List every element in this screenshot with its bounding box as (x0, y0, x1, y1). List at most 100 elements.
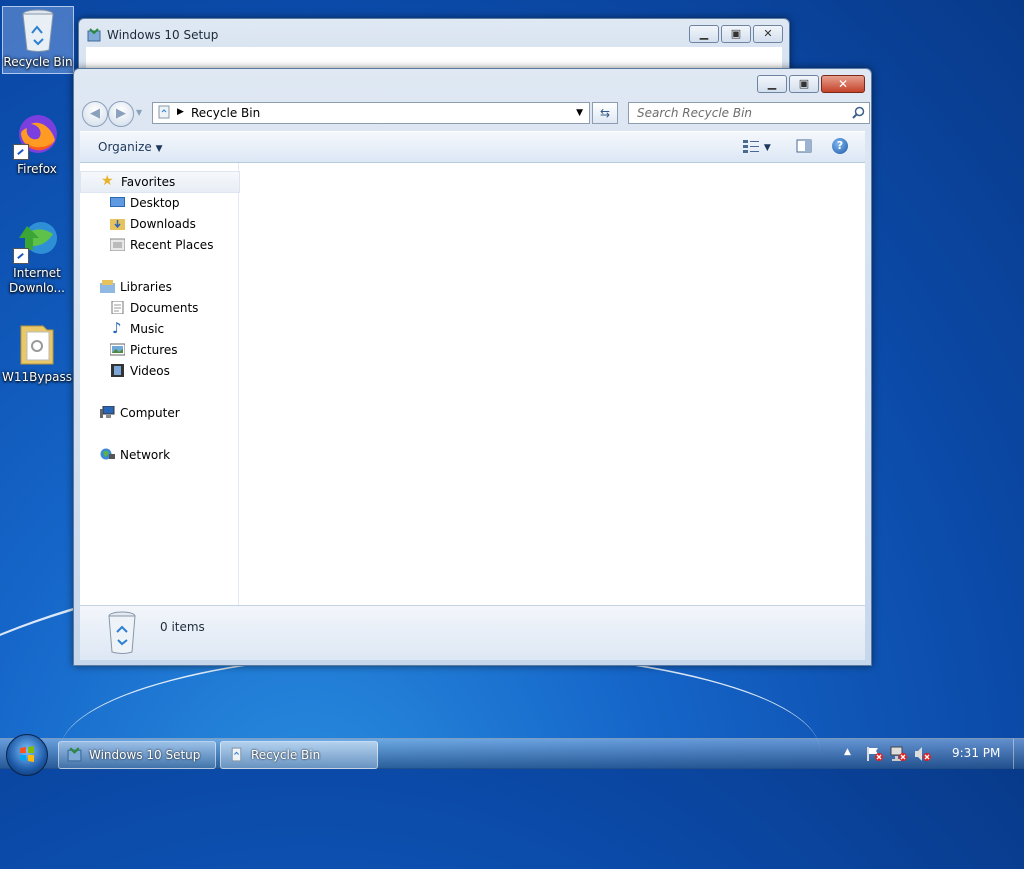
windows-logo-icon (20, 746, 34, 762)
search-icon (852, 106, 865, 119)
recycle-bin-small-icon (158, 105, 170, 119)
nav-music[interactable]: ♪ Music (80, 319, 238, 339)
nav-desktop[interactable]: Desktop (80, 193, 238, 213)
desktop-icon-recycle-bin[interactable]: Recycle Bin (2, 6, 74, 74)
nav-favorites[interactable]: ★ Favorites (80, 171, 240, 193)
action-center-flag-icon[interactable] (866, 746, 884, 762)
preview-pane-icon (796, 139, 812, 153)
volume-muted-icon[interactable] (914, 746, 932, 762)
search-placeholder: Search Recycle Bin (637, 106, 753, 120)
desktop-icon-label: Firefox (17, 162, 57, 176)
view-dropdown-icon[interactable]: ▼ (764, 143, 771, 153)
nav-computer[interactable]: Computer (80, 403, 238, 423)
nav-label: Libraries (120, 280, 172, 294)
star-icon: ★ (101, 173, 114, 189)
maximize-button[interactable]: ▣ (789, 75, 819, 93)
address-bar[interactable]: ▶ Recycle Bin ▼ (152, 102, 590, 124)
setup-icon (87, 28, 101, 42)
internet-download-manager-icon (13, 216, 61, 264)
nav-label: Recent Places (130, 238, 214, 252)
nav-label: Music (130, 322, 165, 336)
minimize-icon: ▁ (699, 27, 709, 40)
desktop-icon-label-line2: Downlo... (9, 281, 65, 295)
music-icon: ♪ (112, 319, 122, 337)
minimize-icon: ▁ (767, 77, 777, 90)
command-bar: Organize ▼ ▼ ? (80, 131, 865, 162)
close-button[interactable]: ✕ (753, 25, 783, 43)
close-button[interactable]: ✕ (821, 75, 865, 93)
nav-network[interactable]: Network (80, 445, 238, 465)
desktop-icon-label-line1: Internet (13, 266, 61, 280)
desktop-icon-firefox[interactable]: Firefox (2, 112, 72, 177)
clock-time: 9:31 PM (952, 746, 1001, 760)
documents-icon (111, 301, 124, 314)
start-button[interactable] (6, 734, 48, 776)
desktop-icon-w11bypass[interactable]: W11Bypass (2, 320, 72, 385)
nav-videos[interactable]: Videos (80, 361, 238, 381)
network-icon (100, 448, 115, 460)
refresh-button[interactable]: ⇆ (592, 102, 618, 124)
nav-label: Network (120, 448, 171, 462)
maximize-icon: ▣ (798, 77, 810, 90)
network-tray-icon[interactable] (890, 746, 908, 762)
nav-label: Documents (130, 301, 199, 315)
recent-places-icon (110, 238, 125, 251)
navigation-pane: ★ Favorites Desktop Downloads Recent Pla… (80, 163, 240, 605)
desktop-icon-internet-download-manager[interactable]: Internet Downlo... (2, 216, 72, 296)
recent-pages-dropdown[interactable]: ▼ (136, 108, 142, 117)
organize-label: Organize (98, 140, 152, 154)
taskbar: Windows 10 Setup Recycle Bin ▲ 9:31 PM (0, 734, 1024, 776)
caption-buttons: ▁ ▣ ✕ (755, 75, 865, 93)
help-button[interactable]: ? (832, 138, 848, 154)
breadcrumb-separator-icon[interactable]: ▶ (177, 107, 184, 117)
close-icon: ✕ (763, 27, 773, 40)
pictures-icon (110, 343, 125, 356)
shortcut-arrow-icon (13, 144, 29, 160)
folder-icon (13, 320, 61, 368)
preview-pane-button[interactable] (796, 139, 812, 156)
forward-button[interactable]: ▶ (108, 101, 134, 127)
nav-libraries[interactable]: Libraries (80, 277, 238, 297)
setup-icon (67, 747, 82, 762)
search-input[interactable]: Search Recycle Bin (628, 102, 870, 124)
recycle-bin-icon (108, 611, 136, 654)
details-pane: 0 items (80, 605, 865, 660)
taskbar-button-label: Windows 10 Setup (89, 748, 201, 762)
breadcrumb-recycle-bin[interactable]: Recycle Bin (191, 106, 260, 120)
nav-label: Desktop (130, 196, 180, 210)
taskbar-button-recycle-bin[interactable]: Recycle Bin (220, 741, 378, 769)
clock[interactable]: 9:31 PM (952, 746, 1000, 776)
nav-label: Downloads (130, 217, 196, 231)
minimize-button[interactable]: ▁ (757, 75, 787, 93)
downloads-folder-icon (110, 219, 125, 230)
show-desktop-button[interactable] (1013, 739, 1024, 769)
nav-label: Pictures (130, 343, 178, 357)
item-count: 0 items (160, 620, 205, 634)
maximize-button[interactable]: ▣ (721, 25, 751, 43)
minimize-button[interactable]: ▁ (689, 25, 719, 43)
window-title: Windows 10 Setup (107, 28, 219, 42)
nav-label: Videos (130, 364, 170, 378)
videos-icon (111, 364, 124, 377)
taskbar-button-windows-10-setup[interactable]: Windows 10 Setup (58, 741, 216, 769)
desktop-icon (110, 197, 125, 207)
navigation-bar: ◀ ▶ ▼ ▶ Recycle Bin ▼ ⇆ Search Recycle B… (80, 99, 870, 127)
libraries-icon (100, 280, 115, 293)
show-hidden-icons-button[interactable]: ▲ (844, 747, 851, 777)
explorer-window[interactable]: ▁ ▣ ✕ ◀ ▶ ▼ ▶ Recycle Bin ▼ ⇆ Search Rec… (73, 68, 872, 666)
desktop-icon-label: W11Bypass (2, 370, 72, 384)
nav-pictures[interactable]: Pictures (80, 340, 238, 360)
nav-documents[interactable]: Documents (80, 298, 238, 318)
address-dropdown-icon[interactable]: ▼ (576, 108, 583, 118)
back-button[interactable]: ◀ (82, 101, 108, 127)
caption-buttons: ▁ ▣ ✕ (687, 25, 783, 43)
nav-label: Favorites (121, 175, 176, 189)
nav-recent-places[interactable]: Recent Places (80, 235, 238, 255)
computer-icon (100, 406, 115, 418)
organize-button[interactable]: Organize ▼ (98, 140, 163, 154)
content-area: ★ Favorites Desktop Downloads Recent Pla… (80, 162, 865, 605)
nav-label: Computer (120, 406, 180, 420)
nav-downloads[interactable]: Downloads (80, 214, 238, 234)
change-view-button[interactable]: ▼ (742, 139, 771, 156)
file-list[interactable] (239, 163, 865, 605)
